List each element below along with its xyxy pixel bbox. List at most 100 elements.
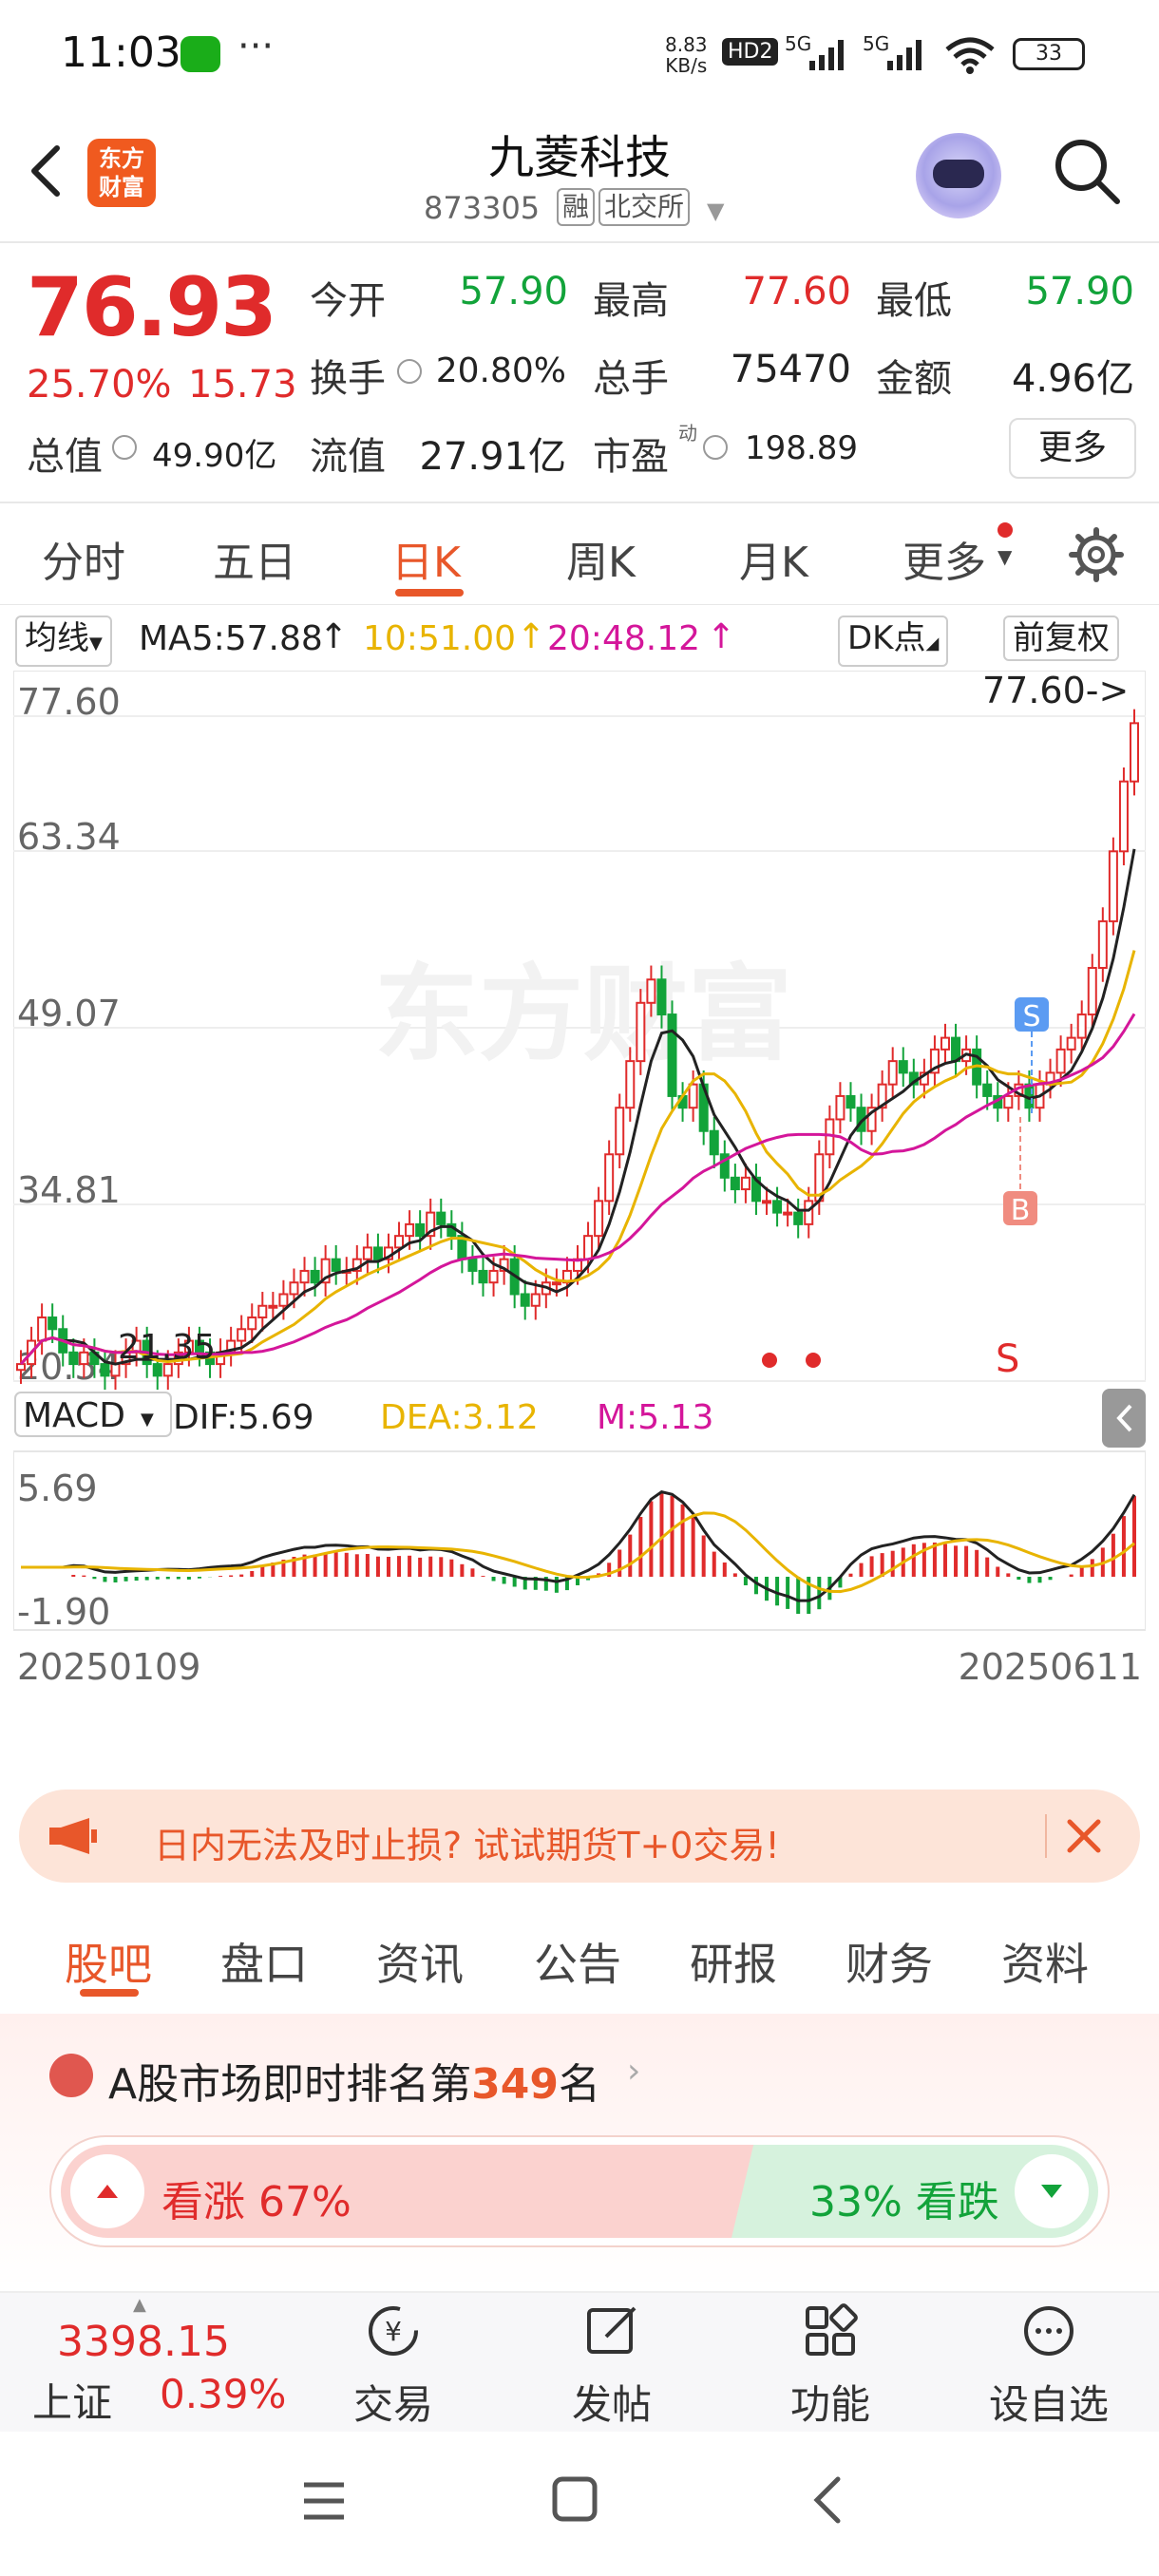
candle-body: [48, 1316, 58, 1331]
wifi-icon: [945, 37, 995, 74]
tab-announcements[interactable]: 公告: [534, 1930, 621, 1993]
tab-finance[interactable]: 财务: [846, 1930, 933, 1993]
turnover-label: 换手: [310, 357, 386, 401]
close-icon[interactable]: [1062, 1814, 1106, 1858]
robot-face-icon: [933, 160, 984, 188]
ma5-line: [19, 848, 1136, 1366]
promo-text[interactable]: 日内无法及时止损? 试试期货T+0交易!: [154, 1816, 780, 1868]
watermark: 东方财富: [374, 954, 792, 1075]
vote-down-button[interactable]: [1015, 2154, 1089, 2228]
candle-body: [331, 1258, 341, 1272]
signal-s-text: S: [1022, 1000, 1040, 1033]
index-name[interactable]: 上证: [32, 2371, 112, 2429]
tab-forum[interactable]: 股吧: [65, 1930, 152, 1993]
divider: [1045, 1814, 1047, 1858]
search-icon[interactable]: [1049, 133, 1125, 209]
macd-bar: [124, 1577, 128, 1582]
more-quote-button[interactable]: 更多: [1009, 418, 1136, 479]
pe-dynamic-sup: 动: [678, 422, 697, 445]
wechat-icon: [180, 36, 220, 72]
info-icon-2[interactable]: [112, 435, 137, 460]
divider: [0, 604, 1159, 605]
macd-bar: [260, 1565, 265, 1577]
candle-body: [436, 1211, 446, 1225]
macd-bar: [975, 1549, 979, 1577]
macd-bar: [817, 1577, 822, 1610]
functions-button[interactable]: 功能: [754, 2302, 906, 2431]
tab-order-book[interactable]: 盘口: [220, 1930, 308, 1993]
grid-icon: [806, 2303, 858, 2356]
macd-bar: [753, 1577, 758, 1595]
low-label: 最低: [876, 279, 952, 323]
more-notifications-icon: ···: [238, 25, 275, 68]
ma-selector[interactable]: 均线▼: [15, 616, 112, 667]
vote-up-button[interactable]: [70, 2154, 144, 2228]
macd-bar: [1111, 1533, 1115, 1577]
tab-profile[interactable]: 资料: [1001, 1930, 1089, 1993]
macd-bar: [82, 1575, 86, 1577]
macd-bar: [71, 1575, 76, 1577]
macd-bar: [1121, 1516, 1126, 1577]
ranking-text[interactable]: A股市场即时排名第349名: [108, 2050, 600, 2111]
macd-bar: [638, 1517, 643, 1577]
macd-bar: [481, 1576, 485, 1577]
tab-news[interactable]: 资讯: [376, 1930, 464, 1993]
tab-monthly-k[interactable]: 月K: [739, 528, 808, 589]
candle-body: [1066, 1036, 1076, 1051]
add-watchlist-button[interactable]: 设自选: [973, 2302, 1125, 2431]
float-value: 27.91亿: [419, 435, 566, 479]
candle-body: [100, 1363, 110, 1377]
candle-body: [278, 1293, 289, 1307]
candle-body: [37, 1316, 48, 1342]
tab-intraday[interactable]: 分时: [42, 528, 125, 589]
tab-research[interactable]: 研报: [690, 1930, 777, 1993]
candle-body: [1118, 780, 1129, 853]
edit-icon: [587, 2306, 636, 2354]
caret-down-icon[interactable]: ▼: [707, 198, 724, 224]
macd-bar: [397, 1556, 402, 1577]
macd-bar: [1016, 1577, 1021, 1580]
macd-bar: [1027, 1577, 1032, 1583]
dk-point-button[interactable]: DK点◢: [838, 616, 949, 667]
gear-icon[interactable]: [1068, 526, 1125, 583]
post-button[interactable]: 发帖: [536, 2302, 688, 2431]
macd-bar: [239, 1574, 244, 1577]
adjust-button[interactable]: 前复权: [1003, 616, 1119, 661]
tab-daily-k[interactable]: 日K: [391, 528, 461, 589]
net-speed-unit: KB/s: [665, 54, 708, 77]
chevron-right-icon[interactable]: ›: [627, 2052, 640, 2091]
nav-back-icon[interactable]: [808, 2473, 846, 2527]
dea-value: DEA:3.12: [380, 1398, 539, 1437]
tab-more[interactable]: 更多: [902, 528, 986, 589]
candle-body: [394, 1235, 405, 1249]
macd-bar: [680, 1504, 685, 1577]
info-icon-3[interactable]: [703, 435, 728, 460]
macd-bar: [701, 1535, 706, 1577]
post-label: 发帖: [571, 2381, 652, 2428]
macd-bar: [408, 1555, 412, 1577]
tab-weekly-k[interactable]: 周K: [566, 528, 636, 589]
home-icon[interactable]: [551, 2475, 598, 2523]
divider: [0, 241, 1159, 243]
macd-bar: [197, 1577, 201, 1579]
kline-chart[interactable]: 77.6063.3449.0734.8120.54东方财富77.60->21.3…: [13, 671, 1146, 1772]
macd-bar: [670, 1495, 674, 1577]
candle-body: [898, 1060, 908, 1074]
candle-body: [835, 1094, 846, 1121]
trade-button[interactable]: ¥ 交易: [317, 2302, 469, 2431]
triangle-down-icon: [1041, 2185, 1062, 2198]
battery-icon: 33: [1013, 38, 1085, 70]
candle-body: [1108, 850, 1118, 922]
cell-signal-icon: [809, 40, 844, 70]
macd-bar: [1132, 1496, 1136, 1577]
info-icon[interactable]: [397, 359, 422, 384]
yuan-icon: ¥: [369, 2306, 418, 2356]
more-circle-icon: [1024, 2306, 1074, 2356]
change-amount: 15.73: [188, 363, 297, 407]
menu-icon[interactable]: [300, 2479, 348, 2523]
index-value[interactable]: 3398.15: [57, 2318, 230, 2366]
tab-five-day[interactable]: 五日: [213, 528, 296, 589]
macd-bar: [134, 1577, 139, 1582]
index-change[interactable]: 0.39%: [160, 2371, 286, 2417]
candle-body: [1130, 722, 1139, 783]
